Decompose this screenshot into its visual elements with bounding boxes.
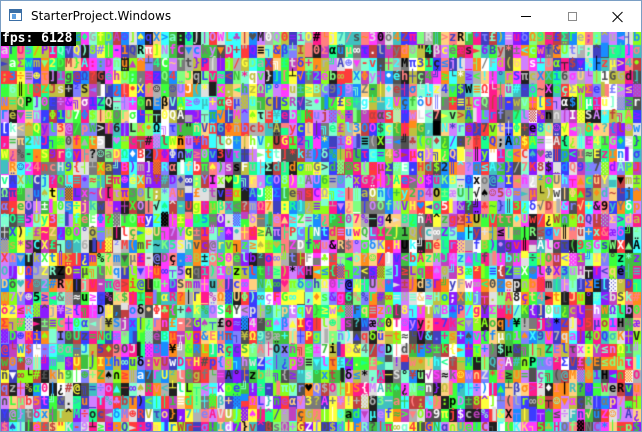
close-button[interactable] bbox=[595, 1, 641, 32]
maximize-icon bbox=[567, 12, 577, 21]
title-bar[interactable]: StarterProject.Windows bbox=[1, 1, 641, 32]
minimize-button[interactable] bbox=[503, 1, 549, 32]
minimize-icon bbox=[521, 16, 531, 17]
close-icon bbox=[612, 11, 624, 23]
window-title: StarterProject.Windows bbox=[31, 9, 172, 23]
render-viewport[interactable]: fps: 6128 bbox=[1, 32, 641, 431]
maximize-button[interactable] bbox=[549, 1, 595, 32]
app-window-icon[interactable] bbox=[9, 9, 22, 21]
app-window: StarterProject.Windows fps: 6128 bbox=[0, 0, 642, 432]
fps-counter: fps: 6128 bbox=[1, 32, 77, 46]
random-glyph-grid bbox=[1, 32, 641, 431]
